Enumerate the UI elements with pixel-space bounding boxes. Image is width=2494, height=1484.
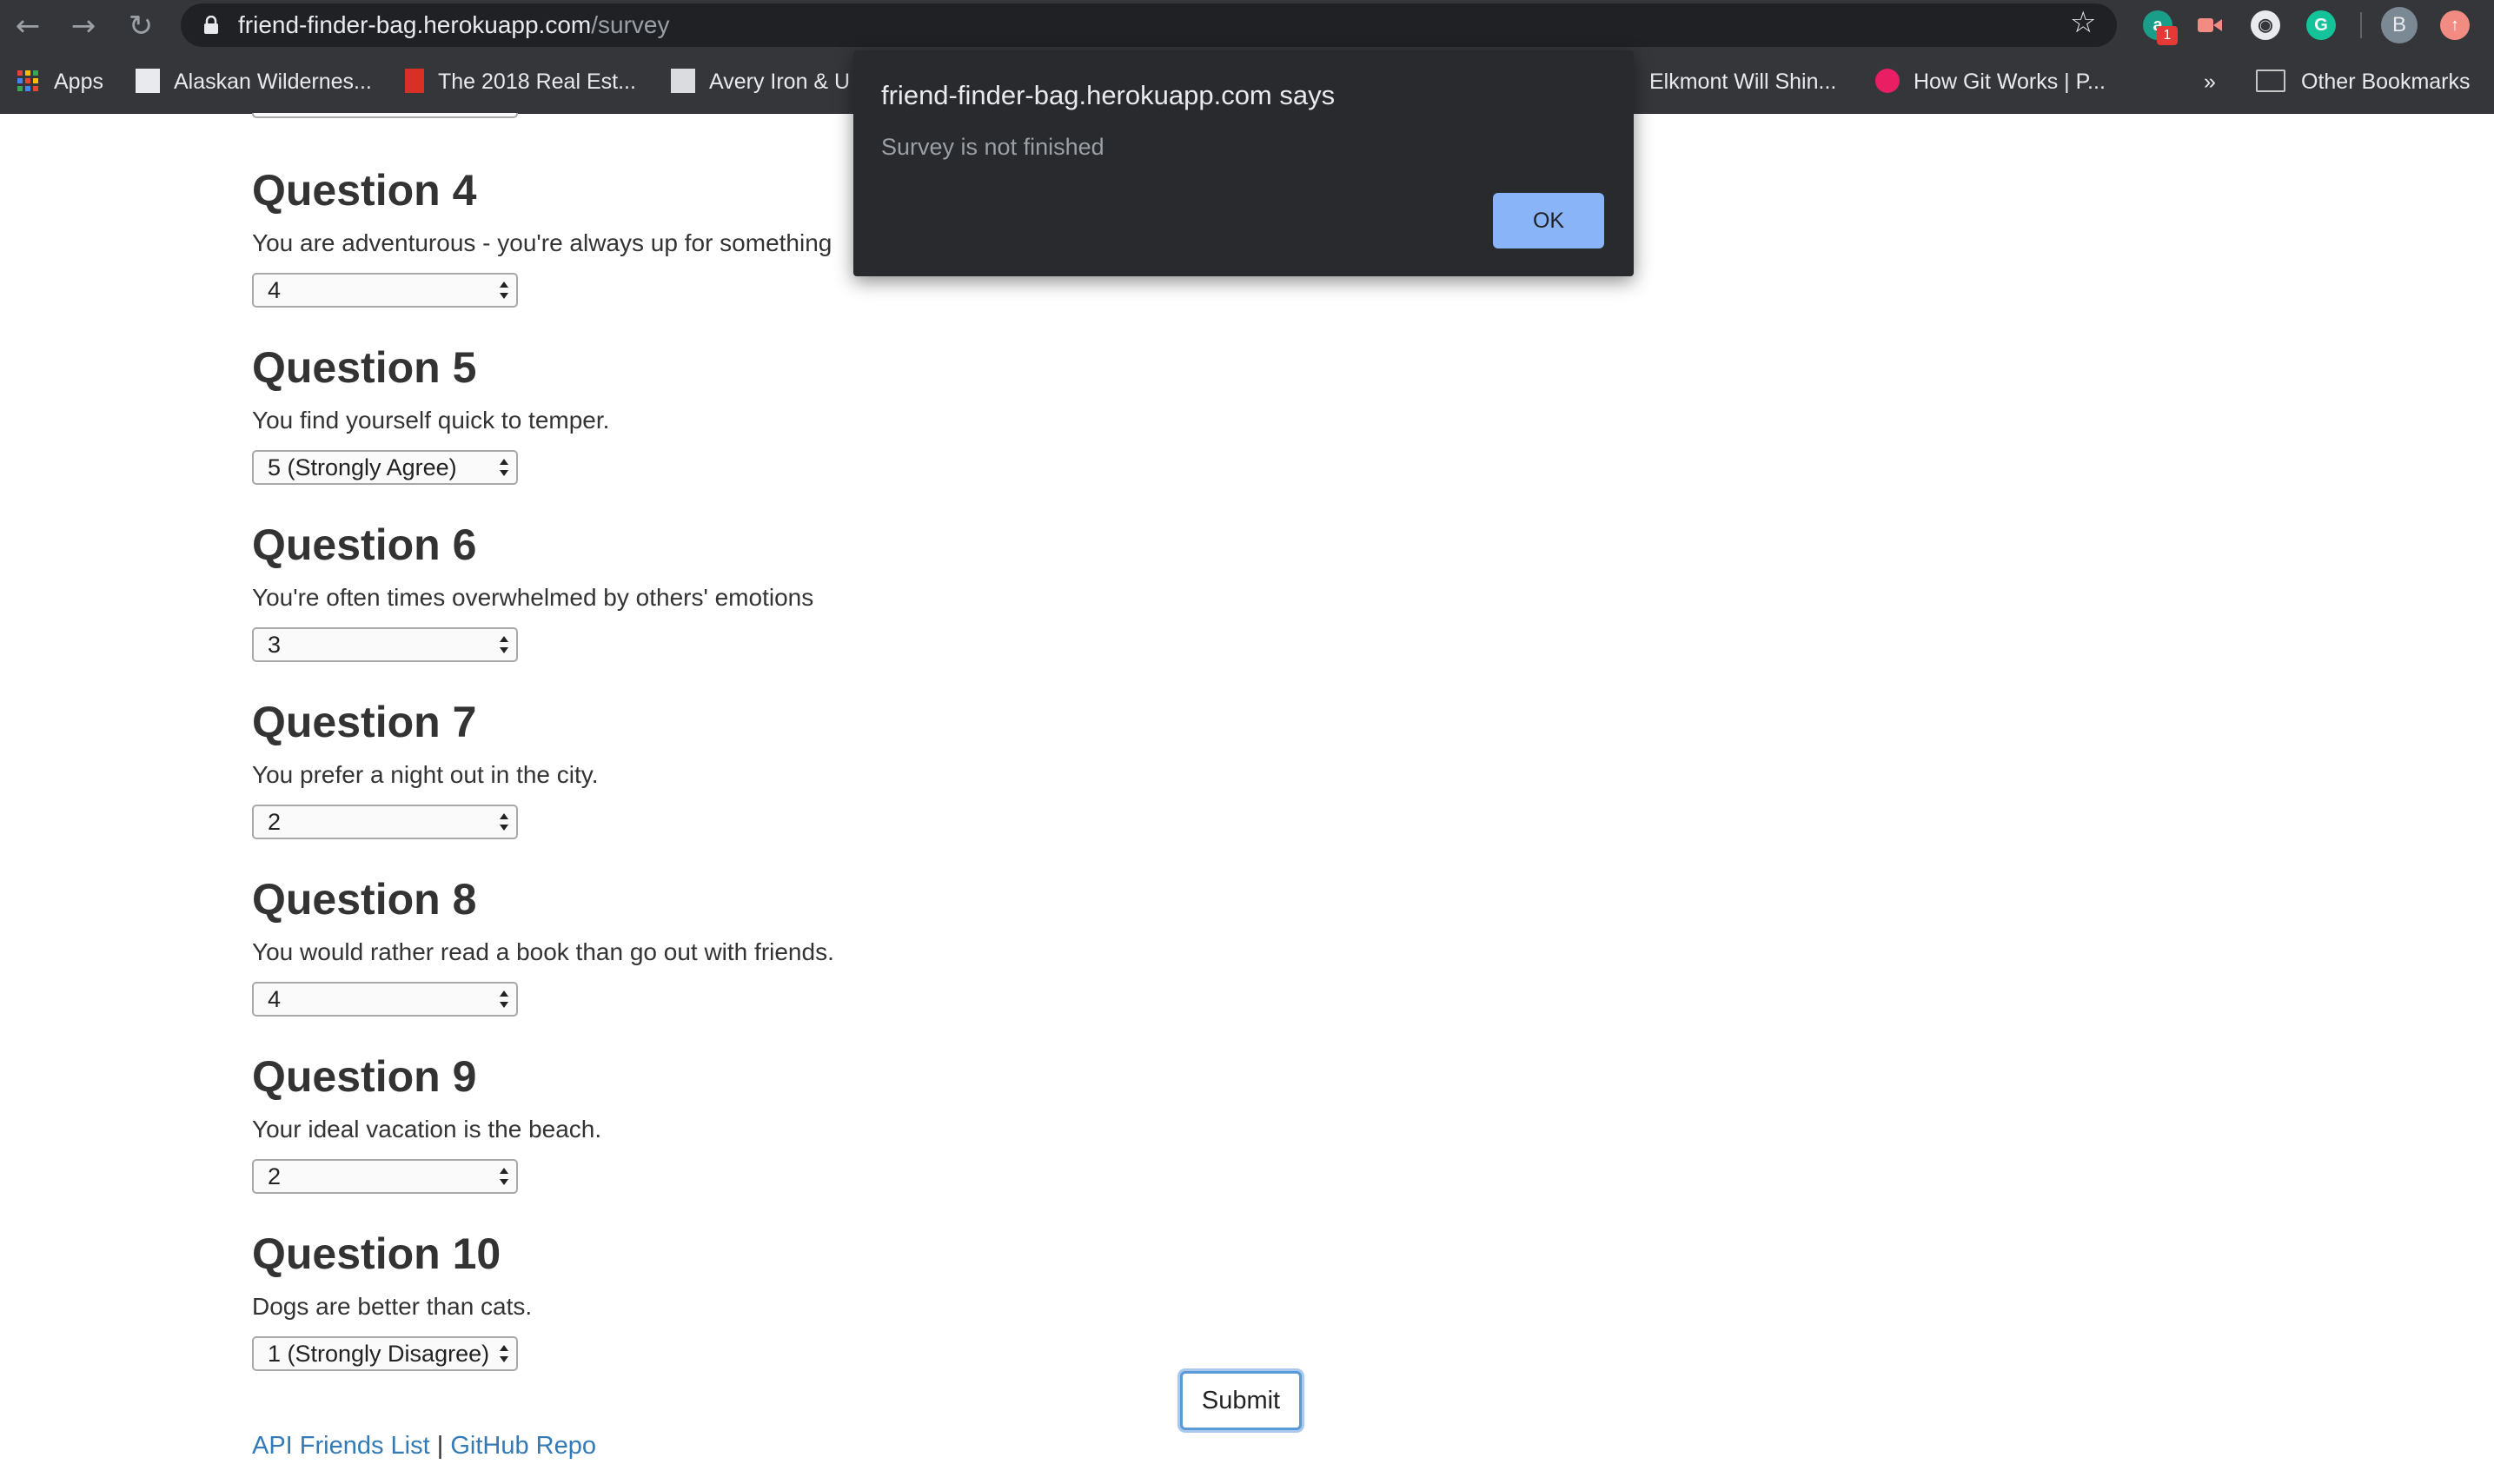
play-favicon-icon bbox=[1875, 69, 1900, 94]
bookmark-label: Avery Iron & U bbox=[709, 70, 851, 94]
select-arrows-icon bbox=[500, 1345, 508, 1362]
select-value: 1 (Strongly Disagree) bbox=[268, 1341, 490, 1367]
bookmark-label: Apps bbox=[54, 70, 103, 94]
profile-avatar[interactable]: B bbox=[2381, 7, 2418, 43]
toolbar-divider bbox=[2360, 12, 2362, 38]
question-text: You're often times overwhelmed by others… bbox=[252, 584, 814, 611]
select-arrows-icon bbox=[500, 1168, 508, 1185]
select-arrows-icon bbox=[500, 990, 508, 1008]
question-title: Question 6 bbox=[252, 520, 477, 569]
select-value: 4 bbox=[268, 986, 282, 1012]
question-text: Dogs are better than cats. bbox=[252, 1293, 533, 1320]
alert-title: friend-finder-bag.herokuapp.com says bbox=[881, 80, 1336, 110]
select-value: 3 bbox=[268, 632, 282, 658]
question-3-select[interactable]: 2 bbox=[252, 113, 518, 118]
url-host: friend-finder-bag.herokuapp.com bbox=[238, 11, 592, 38]
question-4-select[interactable]: 4 bbox=[252, 273, 518, 308]
bookmark-real-estate[interactable]: The 2018 Real Est... bbox=[405, 50, 636, 113]
select-value: 5 (Strongly Agree) bbox=[268, 454, 457, 480]
select-value: 2 bbox=[268, 809, 282, 835]
bookmark-alaskan[interactable]: Alaskan Wildernes... bbox=[136, 50, 372, 113]
bookmarks-overflow-chevron-icon[interactable]: » bbox=[2204, 50, 2216, 113]
bookmark-elkmont[interactable]: Elkmont Will Shin... bbox=[1649, 50, 1836, 113]
question-6-select[interactable]: 3 bbox=[252, 627, 518, 662]
other-bookmarks-label: Other Bookmarks bbox=[2301, 70, 2471, 94]
bookmark-apps[interactable]: Apps bbox=[17, 50, 103, 113]
question-text: You would rather read a book than go out… bbox=[252, 938, 834, 965]
select-value: 4 bbox=[268, 277, 282, 303]
submit-button[interactable]: Submit bbox=[1180, 1371, 1302, 1430]
select-arrows-icon bbox=[500, 282, 508, 299]
alert-message: Survey is not finished bbox=[881, 134, 1104, 160]
alert-dialog: friend-finder-bag.herokuapp.com says Sur… bbox=[853, 50, 1634, 276]
question-title: Question 7 bbox=[252, 698, 477, 746]
select-arrows-icon bbox=[500, 813, 508, 831]
question-10-select[interactable]: 1 (Strongly Disagree) bbox=[252, 1336, 518, 1371]
folder-icon bbox=[2256, 70, 2285, 93]
github-extension-icon[interactable]: ◉ bbox=[2251, 10, 2280, 40]
select-arrows-icon bbox=[500, 636, 508, 653]
question-5-select[interactable]: 5 (Strongly Agree) bbox=[252, 450, 518, 485]
video-extension-icon[interactable] bbox=[2195, 10, 2225, 40]
page-favicon-icon bbox=[136, 69, 160, 94]
question-title: Question 5 bbox=[252, 343, 477, 392]
url-path: /survey bbox=[591, 11, 670, 38]
select-value: 2 bbox=[268, 1163, 282, 1189]
address-bar[interactable]: friend-finder-bag.herokuapp.com/survey bbox=[181, 3, 2117, 47]
browser-toolbar: ← → ↻ friend-finder-bag.herokuapp.com/su… bbox=[0, 0, 2494, 50]
select-value: 2 bbox=[268, 113, 281, 114]
page-content: 2 Question 4 You are adventurous - you'r… bbox=[0, 113, 2494, 1484]
question-title: Question 10 bbox=[252, 1229, 501, 1278]
video-icon bbox=[2198, 18, 2222, 32]
alert-ok-button[interactable]: OK bbox=[1493, 193, 1604, 248]
update-arrow-icon[interactable]: ↑ bbox=[2440, 10, 2470, 40]
select-arrows-icon bbox=[500, 459, 508, 476]
image-favicon-icon bbox=[671, 69, 695, 94]
github-repo-link[interactable]: GitHub Repo bbox=[450, 1432, 596, 1460]
bookmark-label: How Git Works | P... bbox=[1914, 70, 2106, 94]
back-arrow-icon[interactable]: ← bbox=[10, 9, 45, 43]
grammarly-icon[interactable]: G bbox=[2306, 10, 2336, 40]
question-title: Question 8 bbox=[252, 875, 477, 924]
realtor-favicon-icon bbox=[405, 69, 424, 94]
link-separator: | bbox=[436, 1432, 444, 1460]
apps-grid-icon bbox=[17, 70, 38, 92]
question-title: Question 9 bbox=[252, 1052, 477, 1101]
question-text: You find yourself quick to temper. bbox=[252, 407, 610, 434]
lock-icon bbox=[204, 16, 218, 34]
question-text: You prefer a night out in the city. bbox=[252, 761, 599, 788]
bookmark-avery[interactable]: Avery Iron & U bbox=[671, 50, 850, 113]
question-text: Your ideal vacation is the beach. bbox=[252, 1116, 602, 1143]
reload-icon[interactable]: ↻ bbox=[123, 9, 158, 43]
question-9-select[interactable]: 2 bbox=[252, 1159, 518, 1194]
api-friends-link[interactable]: API Friends List bbox=[252, 1432, 430, 1460]
bookmark-label: Alaskan Wildernes... bbox=[174, 70, 372, 94]
forward-arrow-icon[interactable]: → bbox=[66, 9, 101, 43]
url-text: friend-finder-bag.herokuapp.com/survey bbox=[238, 3, 669, 47]
bookmark-git-works[interactable]: How Git Works | P... bbox=[1875, 50, 2106, 113]
other-bookmarks[interactable]: Other Bookmarks bbox=[2256, 50, 2471, 113]
bookmark-label: Elkmont Will Shin... bbox=[1649, 70, 1837, 94]
question-8-select[interactable]: 4 bbox=[252, 982, 518, 1017]
question-7-select[interactable]: 2 bbox=[252, 805, 518, 839]
question-title: Question 4 bbox=[252, 166, 477, 215]
question-text: You are adventurous - you're always up f… bbox=[252, 229, 832, 256]
extension-badge: 1 bbox=[2157, 26, 2178, 45]
footer-links: API Friends List | GitHub Repo bbox=[252, 1432, 596, 1461]
bookmark-label: The 2018 Real Est... bbox=[438, 70, 636, 94]
bookmark-star-icon[interactable]: ☆ bbox=[2070, 5, 2096, 40]
